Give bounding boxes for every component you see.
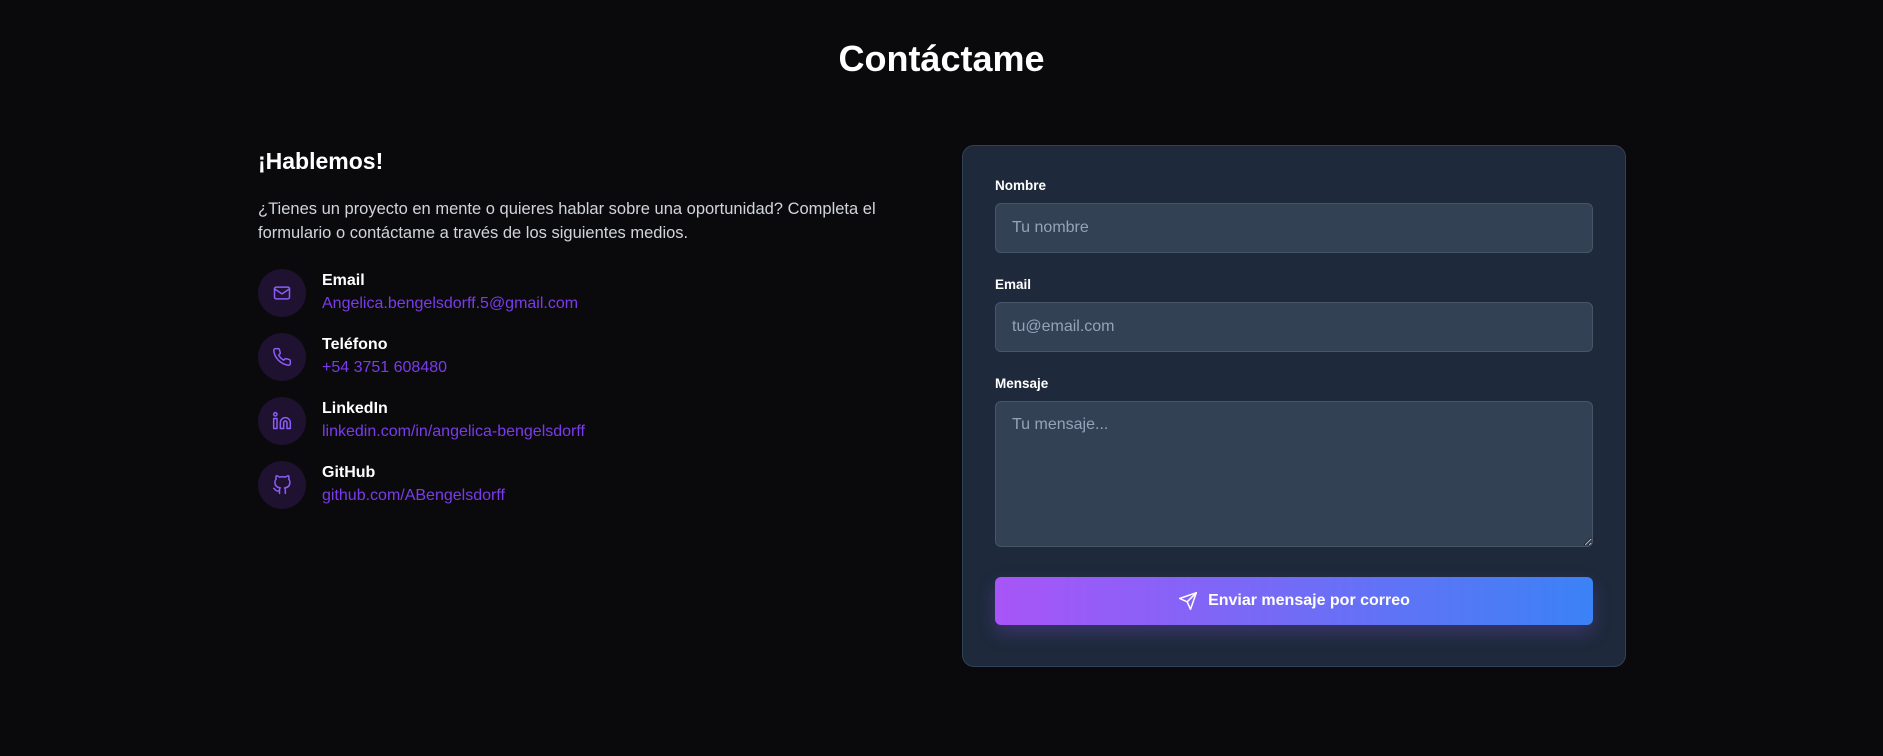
contact-form: Nombre Email Mensaje Enviar mensaje por … xyxy=(962,145,1626,667)
name-field-group: Nombre xyxy=(995,178,1593,253)
phone-icon xyxy=(258,333,306,381)
name-label: Nombre xyxy=(995,178,1047,193)
contact-item-linkedin: LinkedIn linkedin.com/in/angelica-bengel… xyxy=(258,397,878,445)
email-label: Email xyxy=(995,277,1032,292)
contact-label: Teléfono xyxy=(322,336,388,353)
send-icon xyxy=(1178,591,1198,611)
page-title: Contáctame xyxy=(838,38,1045,79)
message-label: Mensaje xyxy=(995,376,1049,391)
contact-label: LinkedIn xyxy=(322,400,388,417)
contact-list: Email Angelica.bengelsdorff.5@gmail.com … xyxy=(258,269,878,509)
contact-item-email: Email Angelica.bengelsdorff.5@gmail.com xyxy=(258,269,878,317)
contact-info-intro: ¿Tienes un proyecto en mente o quieres h… xyxy=(258,200,876,242)
send-email-button[interactable]: Enviar mensaje por correo xyxy=(995,577,1593,625)
github-icon xyxy=(258,461,306,509)
contact-page: Contáctame ¡Hablemos! ¿Tienes un proyect… xyxy=(0,0,1883,756)
mail-icon xyxy=(258,269,306,317)
contact-info-section: ¡Hablemos! ¿Tienes un proyecto en mente … xyxy=(258,148,878,525)
message-field-group: Mensaje xyxy=(995,376,1593,547)
send-button-label: Enviar mensaje por correo xyxy=(1208,592,1410,609)
contact-label: Email xyxy=(322,272,365,289)
phone-link[interactable]: +54 3751 608480 xyxy=(322,356,447,380)
email-link[interactable]: Angelica.bengelsdorff.5@gmail.com xyxy=(322,292,578,316)
linkedin-link[interactable]: linkedin.com/in/angelica-bengelsdorff xyxy=(322,420,585,444)
email-field-group: Email xyxy=(995,277,1593,352)
message-textarea[interactable] xyxy=(995,401,1593,547)
contact-info-heading: ¡Hablemos! xyxy=(258,148,384,174)
linkedin-icon xyxy=(258,397,306,445)
email-input[interactable] xyxy=(995,302,1593,352)
contact-item-phone: Teléfono +54 3751 608480 xyxy=(258,333,878,381)
contact-item-github: GitHub github.com/ABengelsdorff xyxy=(258,461,878,509)
contact-label: GitHub xyxy=(322,464,376,481)
github-link[interactable]: github.com/ABengelsdorff xyxy=(322,484,505,508)
name-input[interactable] xyxy=(995,203,1593,253)
